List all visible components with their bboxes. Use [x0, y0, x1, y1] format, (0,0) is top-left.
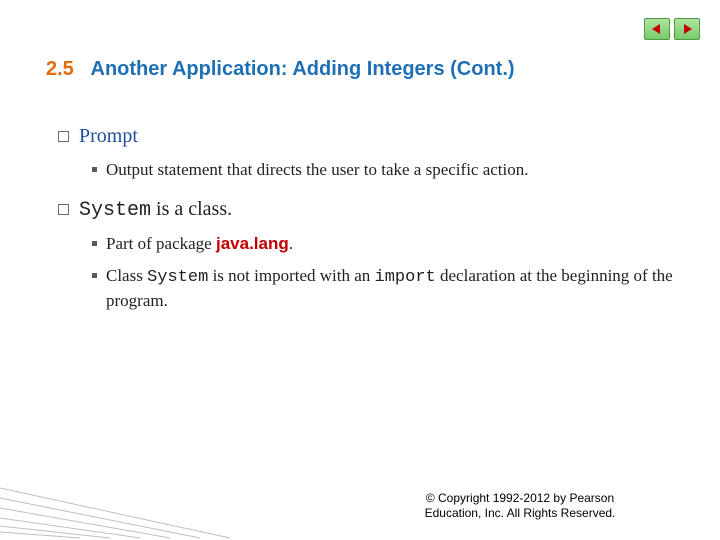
section-number: 2.5 [46, 58, 74, 80]
small-square-bullet-icon [92, 241, 97, 246]
content-area: Prompt Output statement that directs the… [58, 125, 680, 329]
small-square-bullet-icon [92, 167, 97, 172]
copyright-footer: © Copyright 1992-2012 by Pearson Educati… [380, 491, 660, 522]
bullet-text: System is a class. [79, 198, 232, 222]
prompt-term: Prompt [79, 125, 138, 147]
next-button[interactable] [674, 18, 700, 40]
list-item: Part of package java.lang. [92, 232, 680, 256]
decorative-lines-icon [0, 470, 260, 540]
list-item: Class System is not imported with an imp… [92, 264, 680, 314]
square-bullet-icon [58, 131, 69, 142]
bullet-text: Part of package java.lang. [106, 232, 293, 256]
section-heading: Another Application: Adding Integers (Co… [91, 58, 515, 80]
list-item: Output statement that directs the user t… [92, 158, 680, 182]
triangle-right-icon [681, 23, 693, 35]
nav-buttons [644, 18, 700, 40]
bullet-text: Output statement that directs the user t… [106, 158, 529, 182]
code-text: import [375, 268, 436, 287]
list-item: System is a class. [58, 198, 680, 222]
small-square-bullet-icon [92, 273, 97, 278]
code-text: System [147, 268, 208, 287]
list-item: Prompt [58, 125, 680, 148]
prev-button[interactable] [644, 18, 670, 40]
triangle-left-icon [651, 23, 663, 35]
code-text: System [79, 199, 151, 222]
package-name: java.lang [216, 234, 289, 253]
square-bullet-icon [58, 204, 69, 215]
slide-title: 2.5 Another Application: Adding Integers… [46, 58, 515, 81]
copyright-line: Education, Inc. All Rights Reserved. [380, 506, 660, 522]
bullet-text: Class System is not imported with an imp… [106, 264, 680, 314]
bullet-text: Prompt [79, 125, 138, 148]
copyright-line: © Copyright 1992-2012 by Pearson [380, 491, 660, 507]
